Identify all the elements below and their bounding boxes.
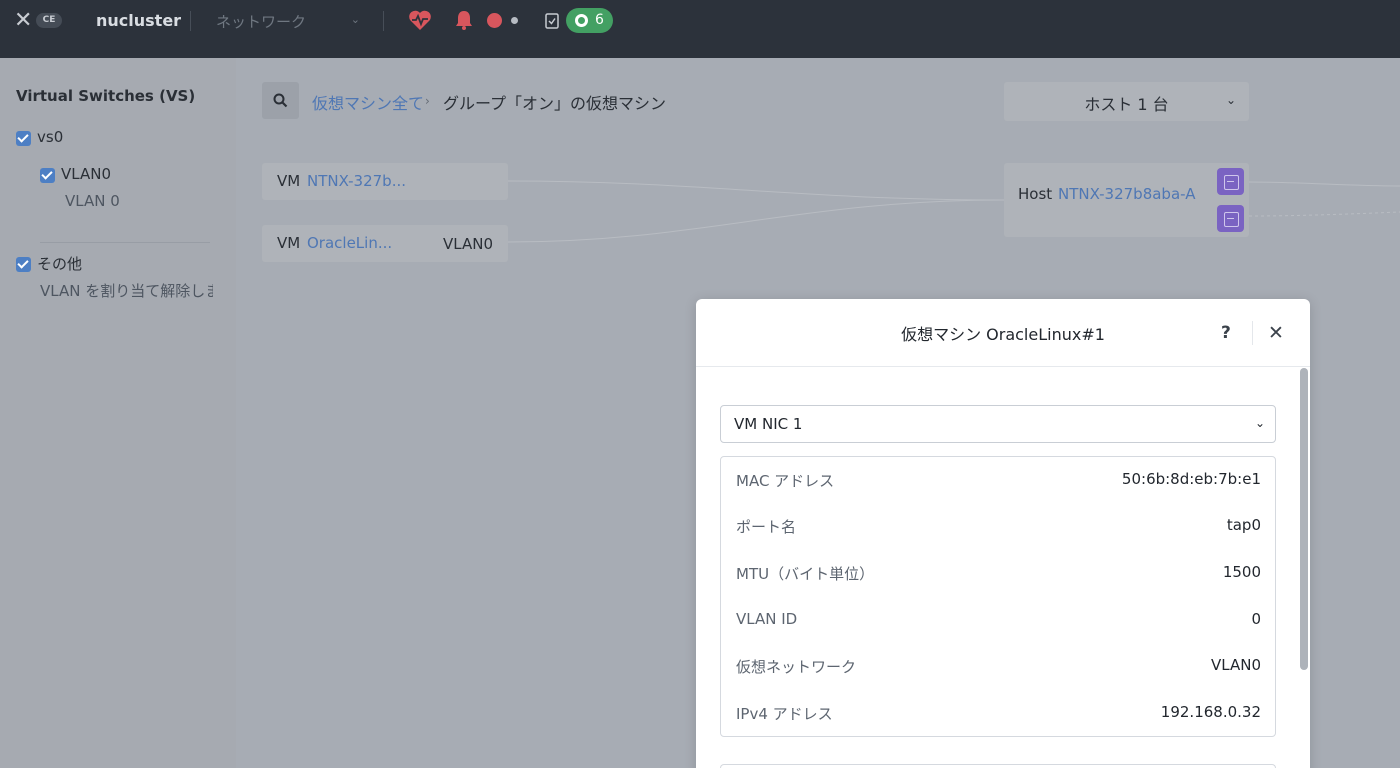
vm-prefix: VM: [277, 172, 301, 190]
property-row: MTU（バイト単位） 1500: [736, 563, 1261, 585]
property-value: 50:6b:8d:eb:7b:e1: [1121, 470, 1261, 488]
nic-select[interactable]: VM NIC 1 ⌄: [720, 405, 1276, 443]
help-icon[interactable]: ?: [1221, 323, 1231, 343]
vm-name-link[interactable]: OracleLin...: [307, 234, 392, 252]
property-row: IPv4 アドレス 192.168.0.32: [736, 703, 1261, 725]
host-card[interactable]: Host NTNX-327b8aba-A: [1004, 163, 1249, 237]
vm-name-link[interactable]: NTNX-327b...: [307, 172, 406, 190]
property-value: 192.168.0.32: [1160, 703, 1261, 721]
property-value: tap0: [1226, 516, 1261, 534]
next-panel: [720, 764, 1276, 768]
property-value: VLAN0: [1211, 656, 1261, 674]
modal-header-divider: [696, 366, 1310, 367]
vm-vlan-label: VLAN0: [443, 235, 493, 253]
property-row: ポート名 tap0: [736, 516, 1261, 538]
chevron-down-icon: ⌄: [1254, 416, 1265, 430]
modal-scrollbar[interactable]: [1300, 368, 1308, 670]
nic-select-value: VM NIC 1: [734, 415, 803, 433]
property-key: VLAN ID: [736, 610, 798, 628]
vm-card[interactable]: VM OracleLin... VLAN0: [262, 225, 508, 262]
host-prefix: Host: [1018, 185, 1053, 203]
host-nic-port-icon[interactable]: [1217, 205, 1244, 232]
host-name-link[interactable]: NTNX-327b8aba-A: [1058, 185, 1196, 203]
vm-prefix: VM: [277, 234, 301, 252]
divider: [1252, 321, 1253, 345]
host-nic-port-icon[interactable]: [1217, 168, 1244, 195]
vm-nic-details-modal: 仮想マシン OracleLinux#1 ? ✕ VM NIC 1 ⌄ MAC ア…: [696, 299, 1310, 768]
property-key: MAC アドレス: [736, 472, 835, 490]
vm-card[interactable]: VM NTNX-327b...: [262, 163, 508, 200]
property-key: ポート名: [736, 518, 797, 536]
property-row: MAC アドレス 50:6b:8d:eb:7b:e1: [736, 470, 1261, 492]
property-value: 1500: [1222, 563, 1261, 581]
property-row: 仮想ネットワーク VLAN0: [736, 656, 1261, 678]
property-row: VLAN ID 0: [736, 610, 1261, 632]
property-value: 0: [1251, 610, 1261, 628]
close-icon[interactable]: ✕: [1268, 322, 1284, 344]
property-key: IPv4 アドレス: [736, 705, 833, 723]
nic-properties-panel: MAC アドレス 50:6b:8d:eb:7b:e1 ポート名 tap0 MTU…: [720, 456, 1276, 737]
property-key: 仮想ネットワーク: [736, 658, 857, 676]
modal-title: 仮想マシン OracleLinux#1: [901, 325, 1105, 344]
property-key: MTU（バイト単位）: [736, 565, 875, 583]
